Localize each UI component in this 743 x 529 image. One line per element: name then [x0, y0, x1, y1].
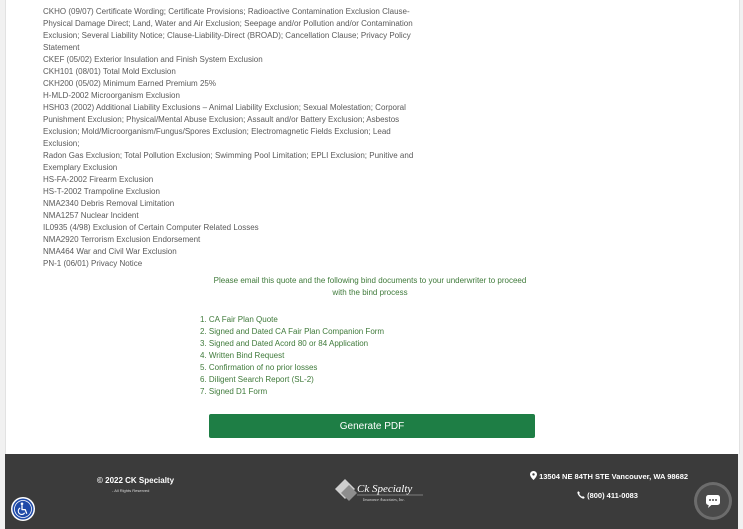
logo-name: Ck Specialty: [357, 483, 412, 495]
forms-list-item: HSH03 (2002) Additional Liability Exclus…: [43, 103, 406, 112]
forms-list-item: PN-1 (06/01) Privacy Notice: [43, 259, 143, 268]
forms-list-item: CKH200 (05/02) Minimum Earned Premium 25…: [43, 79, 216, 88]
forms-list-item: HS-FA-2002 Firearm Exclusion: [43, 175, 154, 184]
copyright-text: © 2022 CK Specialty: [97, 476, 175, 485]
ck-specialty-logo[interactable]: Ck Specialty Insurance Associates, Inc.: [327, 471, 427, 505]
forms-list-item: HS-T-2002 Trampoline Exclusion: [43, 187, 160, 196]
generate-pdf-button[interactable]: Generate PDF: [209, 414, 535, 438]
forms-list-item: Radon Gas Exclusion; Total Pollution Exc…: [43, 151, 414, 160]
logo-mark-icon: [335, 479, 357, 501]
forms-list-item: NMA2340 Debris Removal Limitation: [43, 199, 175, 208]
forms-list-item: Physical Damage Direct; Land, Water and …: [43, 19, 413, 28]
map-marker-icon: [530, 471, 537, 480]
footer-phone[interactable]: (800) 411-0083: [577, 491, 638, 500]
accessibility-button[interactable]: [11, 497, 35, 521]
forms-list-item: NMA2920 Terrorism Exclusion Endorsement: [43, 235, 201, 244]
forms-list-item: CKEF (05/02) Exterior Insulation and Fin…: [43, 55, 263, 64]
forms-list: CKHO (09/07) Certificate Wording; Certif…: [43, 6, 443, 270]
forms-list-item: Exclusion;: [43, 139, 80, 148]
bind-instructions-line: with the bind process: [332, 288, 408, 297]
footer-address: 13504 NE 84TH STE Vancouver, WA 98682: [530, 471, 688, 481]
forms-list-item: CKH101 (08/01) Total Mold Exclusion: [43, 67, 176, 76]
logo-tagline: Insurance Associates, Inc.: [362, 497, 405, 503]
accessibility-icon: [12, 498, 34, 520]
bind-document-item: 4. Written Bind Request: [200, 351, 285, 360]
forms-list-item: CKHO (09/07) Certificate Wording; Certif…: [43, 7, 410, 16]
bind-instructions: Please email this quote and the followin…: [200, 275, 540, 299]
site-footer: © 2022 CK Specialty - All Rights Reserve…: [5, 454, 738, 529]
forms-list-item: Exclusion; Several Liability Notice; Cla…: [43, 31, 411, 52]
bind-document-item: 7. Signed D1 Form: [200, 387, 268, 396]
bind-document-item: 5. Confirmation of no prior losses: [200, 363, 318, 372]
phone-icon: [577, 491, 585, 499]
bind-document-item: 1. CA Fair Plan Quote: [200, 315, 278, 324]
rights-text: - All Rights Reserved: [112, 488, 150, 493]
forms-list-item: H-MLD-2002 Microorganism Exclusion: [43, 91, 180, 100]
chat-icon: [706, 495, 720, 508]
chat-button[interactable]: [697, 485, 729, 517]
forms-list-item: Exclusion; Mold/Microorganism/Fungus/Spo…: [43, 127, 391, 136]
forms-list-item: NMA1257 Nuclear Incident: [43, 211, 139, 220]
bind-document-item: 2. Signed and Dated CA Fair Plan Compani…: [200, 327, 385, 336]
forms-list-item: Exemplary Exclusion: [43, 163, 118, 172]
address-text: 13504 NE 84TH STE Vancouver, WA 98682: [539, 472, 689, 481]
bind-document-item: 6. Diligent Search Report (SL-2): [200, 375, 314, 384]
forms-list-item: IL0935 (4/98) Exclusion of Certain Compu…: [43, 223, 259, 232]
bind-document-item: 3. Signed and Dated Acord 80 or 84 Appli…: [200, 339, 369, 348]
forms-list-item: NMA464 War and Civil War Exclusion: [43, 247, 177, 256]
phone-text: (800) 411-0083: [587, 491, 638, 500]
bind-documents-list: 1. CA Fair Plan Quote 2. Signed and Date…: [200, 314, 384, 398]
forms-list-item: Punishment Exclusion; Physical/Mental Ab…: [43, 115, 400, 124]
bind-instructions-line: Please email this quote and the followin…: [213, 276, 527, 285]
